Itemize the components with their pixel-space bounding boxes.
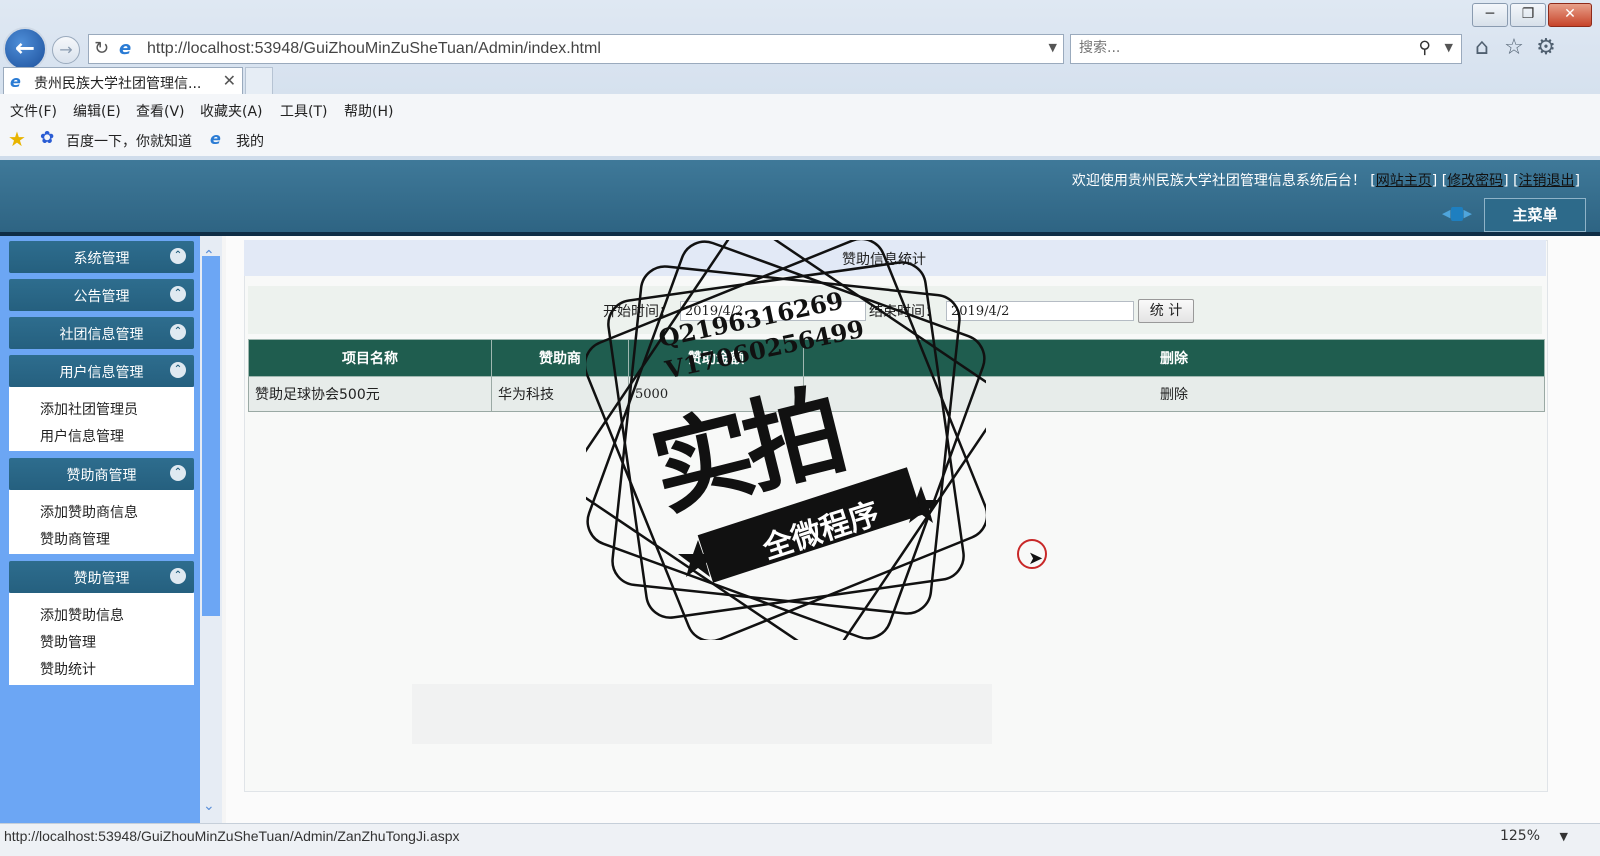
start-time-input[interactable] (680, 301, 866, 321)
delete-link[interactable]: 删除 (803, 376, 1545, 412)
sidebar-item-add-sponsorship[interactable]: 添加赞助信息 (40, 605, 124, 625)
app-header: 欢迎使用贵州民族大学社团管理信息系统后台！ [网站主页] [修改密码] [注销退… (0, 160, 1600, 232)
close-tab-icon[interactable]: ✕ (223, 71, 236, 90)
search-input[interactable] (1077, 39, 1401, 57)
favorites-star-icon[interactable]: ☆ (1500, 34, 1528, 62)
cursor-icon: ➤ (1028, 548, 1044, 569)
new-tab-button[interactable] (245, 67, 273, 96)
sidebar-group-body: 添加赞助信息 赞助管理 赞助统计 (9, 593, 194, 685)
browser-search[interactable]: ⚲ ▼ (1070, 34, 1462, 64)
welcome-bar: 欢迎使用贵州民族大学社团管理信息系统后台！ [网站主页] [修改密码] [注销退… (1071, 173, 1580, 189)
favorite-baidu[interactable]: 百度一下，你就知道 (66, 131, 192, 151)
back-button[interactable]: ← (3, 27, 47, 71)
site-home-link[interactable]: 网站主页 (1376, 173, 1432, 189)
column-header: 赞助商 (491, 339, 629, 377)
scrollbar-thumb[interactable] (202, 256, 220, 616)
sidebar-group-label: 用户信息管理 (59, 365, 144, 381)
end-time-input[interactable] (946, 301, 1134, 321)
sidebar-item-sponsor-manage[interactable]: 赞助商管理 (40, 529, 110, 549)
favorites-star-icon[interactable]: ★ (8, 127, 26, 151)
sidebar-group-label: 公告管理 (73, 289, 130, 305)
search-icon[interactable]: ⚲ (1419, 38, 1431, 58)
sidebar-group-notice[interactable]: 公告管理 ⌃ (9, 279, 194, 311)
browser-tab[interactable]: e 贵州民族大学社团管理信... ✕ (3, 67, 243, 95)
table-header-row: 项目名称 赞助商 赞助金额 删除 (248, 339, 1545, 377)
logout-link[interactable]: 注销退出 (1519, 173, 1575, 189)
chevron-down-icon[interactable]: ⌄ (203, 798, 215, 814)
sidebar-group-sponsorship[interactable]: 赞助管理 ⌃ (9, 561, 194, 593)
chevron-up-icon[interactable]: ⌃ (170, 324, 186, 340)
sidebar-group-system[interactable]: 系统管理 ⌃ (9, 241, 194, 273)
sidebar-group-label: 系统管理 (73, 251, 130, 267)
window-controls: ─ ❐ ✕ (1472, 3, 1592, 27)
restore-icon[interactable]: ❐ (1510, 3, 1546, 27)
chevron-up-icon[interactable]: ⌃ (170, 465, 186, 481)
menu-bar: 文件(F) 编辑(E) 查看(V) 收藏夹(A) 工具(T) 帮助(H) (0, 94, 1600, 124)
table-cell: 5000 (628, 376, 804, 412)
sidebar-item-sponsorship-manage[interactable]: 赞助管理 (40, 632, 96, 652)
address-url[interactable]: http://localhost:53948/GuiZhouMinZuSheTu… (147, 40, 601, 58)
address-bar[interactable]: ↻ e http://localhost:53948/GuiZhouMinZuS… (88, 34, 1064, 64)
column-header: 删除 (803, 339, 1545, 377)
menu-help[interactable]: 帮助(H) (344, 101, 393, 121)
zoom-level[interactable]: 125% (1500, 828, 1540, 844)
chevron-down-icon[interactable]: ▼ (1049, 41, 1057, 54)
welcome-text: 欢迎使用贵州民族大学社团管理信息系统后台！ (1071, 173, 1366, 189)
menu-tools[interactable]: 工具(T) (280, 101, 327, 121)
chevron-up-icon[interactable]: ⌃ (203, 248, 215, 264)
chevron-up-icon[interactable]: ⌃ (170, 362, 186, 378)
menu-view[interactable]: 查看(V) (136, 101, 185, 121)
chevron-down-icon[interactable]: ▼ (1445, 41, 1453, 54)
sponsorship-table: 项目名称 赞助商 赞助金额 删除 赞助足球协会500元 华为科技 5000 删除 (248, 339, 1545, 412)
start-time-label: 开始时间： (603, 304, 673, 320)
page-title: 赞助信息统计 (842, 252, 926, 268)
close-icon[interactable]: ✕ (1548, 3, 1592, 27)
sidebar-group-label: 社团信息管理 (59, 327, 144, 343)
sidebar-group-user[interactable]: 用户信息管理 ⌃ (9, 355, 194, 387)
gear-icon[interactable]: ⚙ (1532, 34, 1560, 62)
menu-edit[interactable]: 编辑(E) (73, 101, 121, 121)
chevron-down-icon[interactable]: ▼ (1560, 830, 1568, 843)
status-bar: http://localhost:53948/GuiZhouMinZuSheTu… (0, 823, 1600, 856)
sidebar-group-label: 赞助管理 (73, 571, 130, 587)
tab-title: 贵州民族大学社团管理信... (34, 76, 202, 92)
ie-icon: e (10, 72, 21, 91)
sidebar-item-sponsorship-stats[interactable]: 赞助统计 (40, 659, 96, 679)
ie-icon: e (210, 129, 221, 148)
sidebar-group-label: 赞助商管理 (66, 468, 137, 484)
sidebar-group-body: 添加社团管理员 用户信息管理 (9, 387, 194, 451)
refresh-icon[interactable]: ↻ (94, 38, 109, 59)
minimize-icon[interactable]: ─ (1472, 3, 1508, 27)
chevron-up-icon[interactable]: ⌃ (170, 286, 186, 302)
faded-region (412, 684, 992, 744)
sidebar-toggle-icon[interactable]: ◀ ▶ (1442, 206, 1472, 222)
table-row: 赞助足球协会500元 华为科技 5000 删除 (248, 376, 1545, 412)
menu-file[interactable]: 文件(F) (10, 101, 57, 121)
change-password-link[interactable]: 修改密码 (1447, 173, 1503, 189)
sidebar-item-user-info[interactable]: 用户信息管理 (40, 426, 124, 446)
stat-button[interactable]: 统 计 (1138, 299, 1194, 323)
column-header: 赞助金额 (628, 339, 804, 377)
end-time-label: 结束时间： (869, 304, 939, 320)
sidebar-group-club[interactable]: 社团信息管理 ⌃ (9, 317, 194, 349)
favorites-bar: ★ ✿ 百度一下，你就知道 e 我的 (0, 124, 1600, 156)
home-icon[interactable]: ⌂ (1468, 34, 1496, 62)
chevron-up-icon[interactable]: ⌃ (170, 248, 186, 264)
status-url: http://localhost:53948/GuiZhouMinZuSheTu… (4, 828, 460, 844)
table-cell: 赞助足球协会500元 (248, 376, 492, 412)
baidu-icon: ✿ (40, 128, 55, 148)
sidebar-item-add-sponsor[interactable]: 添加赞助商信息 (40, 502, 138, 522)
ie-icon: e (119, 38, 132, 59)
main-menu-button[interactable]: 主菜单 (1484, 198, 1586, 232)
sidebar-group-body: 添加赞助商信息 赞助商管理 (9, 490, 194, 554)
table-cell: 华为科技 (491, 376, 629, 412)
chevron-up-icon[interactable]: ⌃ (170, 568, 186, 584)
sidebar-group-sponsor[interactable]: 赞助商管理 ⌃ (9, 458, 194, 490)
menu-favorites[interactable]: 收藏夹(A) (200, 101, 263, 121)
column-header: 项目名称 (248, 339, 492, 377)
forward-button[interactable]: → (52, 36, 80, 64)
sidebar-item-add-club-admin[interactable]: 添加社团管理员 (40, 399, 138, 419)
favorite-mine[interactable]: 我的 (236, 131, 264, 151)
